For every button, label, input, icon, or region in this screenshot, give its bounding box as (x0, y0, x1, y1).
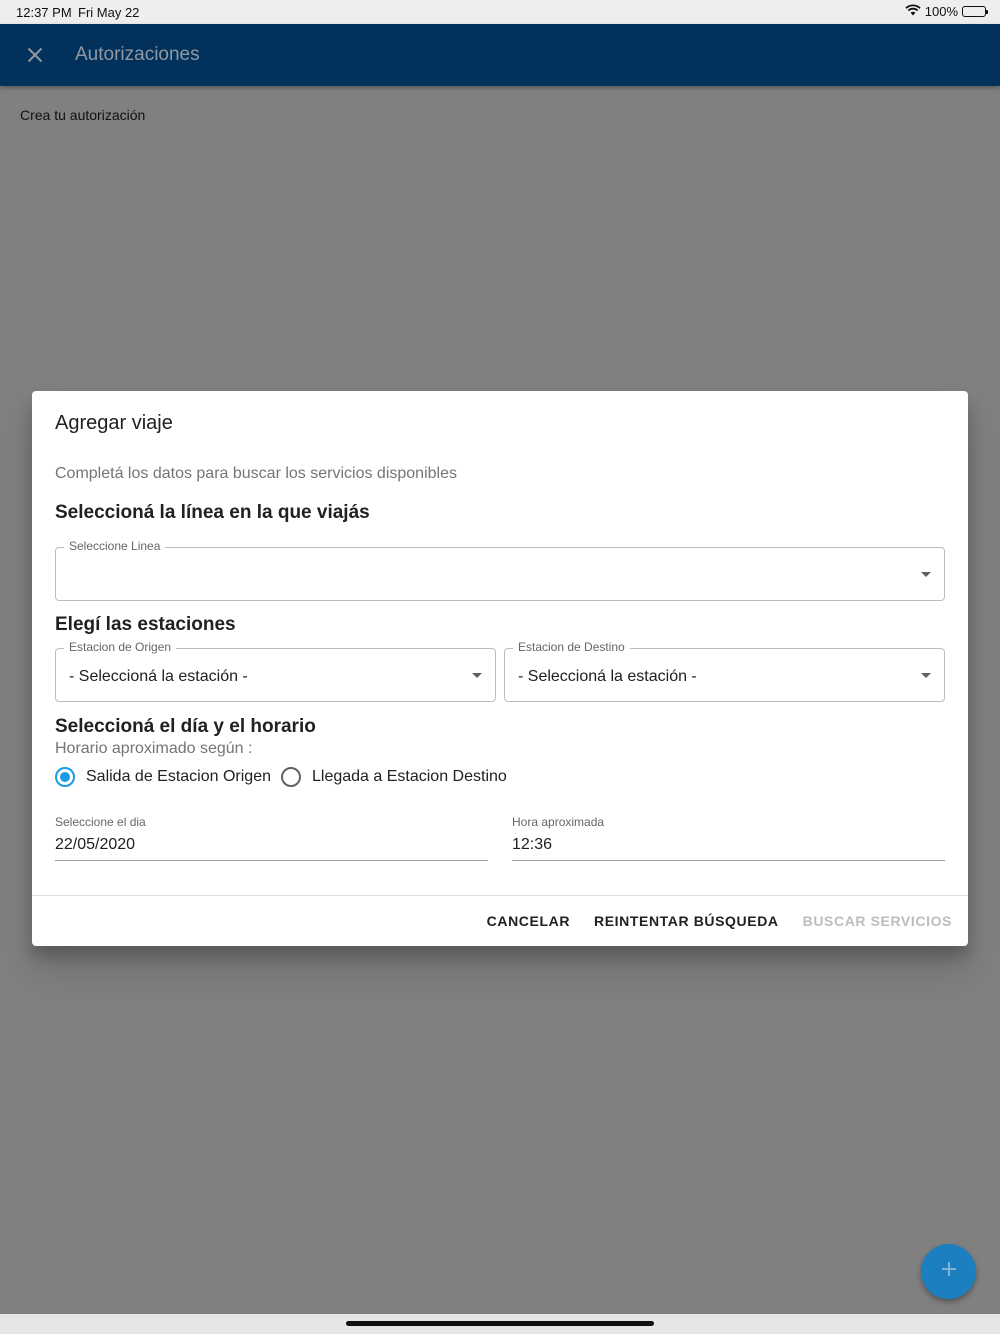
radio-destination-arrival[interactable]: Llegada a Estacion Destino (281, 767, 507, 787)
chevron-down-icon (921, 673, 931, 678)
search-services-button: BUSCAR SERVICIOS (802, 913, 952, 929)
chevron-down-icon (472, 673, 482, 678)
origin-station-select[interactable]: Estacion de Origen - Seleccioná la estac… (55, 640, 496, 702)
status-date: Fri May 22 (78, 5, 140, 20)
status-right: 100% (905, 4, 988, 19)
cancel-button[interactable]: CANCELAR (487, 913, 570, 929)
line-select[interactable]: Seleccione Linea (55, 539, 945, 601)
time-field-label: Hora aproximada (512, 815, 605, 829)
home-indicator-area (0, 1314, 1000, 1334)
app-bar-title: Autorizaciones (75, 44, 200, 65)
stations-section-heading: Elegí las estaciones (55, 614, 236, 635)
time-field-value: 12:36 (512, 836, 553, 853)
status-time: 12:37 PM (16, 5, 72, 20)
origin-station-label: Estacion de Origen (64, 640, 177, 654)
radio-origin-departure[interactable]: Salida de Estacion Origen (55, 767, 271, 787)
wifi-icon (905, 4, 921, 19)
plus-icon (940, 1260, 958, 1283)
destination-station-select[interactable]: Estacion de Destino - Seleccioná la esta… (504, 640, 945, 702)
dialog-divider (32, 895, 968, 896)
schedule-hint: Horario aproximado según : (55, 740, 253, 757)
dialog-description: Completá los datos para buscar los servi… (55, 465, 457, 482)
line-select-label: Seleccione Linea (64, 539, 166, 553)
destination-station-value: - Seleccioná la estación - (518, 668, 697, 685)
status-bar: 12:37 PM Fri May 22 100% (0, 0, 1000, 24)
destination-station-label: Estacion de Destino (513, 640, 630, 654)
line-section-heading: Seleccioná la línea en la que viajás (55, 502, 370, 523)
add-button[interactable] (921, 1244, 976, 1299)
radio-destination-label: Llegada a Estacion Destino (312, 768, 507, 785)
radio-origin-label: Salida de Estacion Origen (86, 768, 271, 785)
dialog-title: Agregar viaje (55, 412, 173, 434)
dialog-actions: CANCELAR REINTENTAR BÚSQUEDA BUSCAR SERV… (487, 913, 952, 929)
chevron-down-icon (921, 572, 931, 577)
home-indicator[interactable] (346, 1321, 654, 1326)
time-field[interactable]: Hora aproximada 12:36 (512, 815, 945, 861)
page-subtitle: Crea tu autorización (20, 107, 146, 123)
app-bar: Autorizaciones (0, 24, 1000, 86)
radio-unchecked-icon[interactable] (281, 767, 301, 787)
battery-percent: 100% (924, 4, 958, 19)
date-field[interactable]: Seleccione el dia 22/05/2020 (55, 815, 488, 861)
retry-search-button[interactable]: REINTENTAR BÚSQUEDA (594, 913, 779, 929)
battery-icon (962, 6, 988, 17)
schedule-section-heading: Seleccioná el día y el horario (55, 716, 316, 737)
date-field-label: Seleccione el dia (55, 815, 146, 829)
add-trip-dialog: Agregar viaje Completá los datos para bu… (32, 391, 968, 946)
date-field-value: 22/05/2020 (55, 836, 136, 853)
radio-checked-icon[interactable] (55, 767, 75, 787)
origin-station-value: - Seleccioná la estación - (69, 668, 248, 685)
close-icon[interactable] (22, 42, 48, 68)
